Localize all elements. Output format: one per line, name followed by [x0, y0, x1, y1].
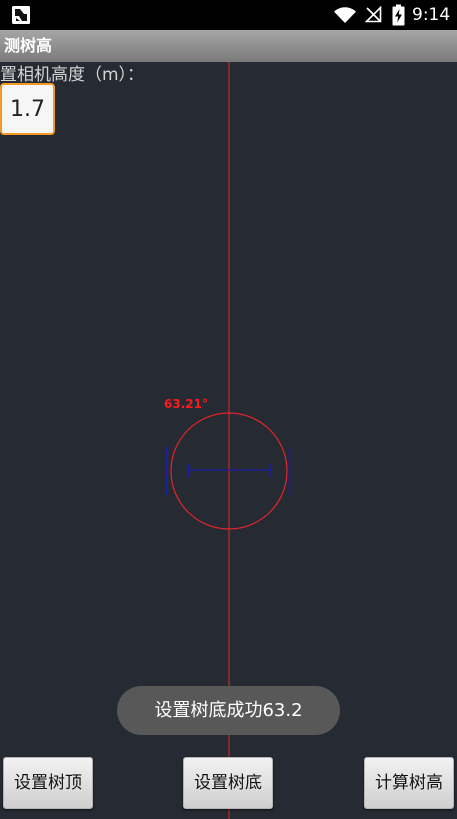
angle-readout: 63.21° [164, 397, 208, 411]
no-signal-icon [365, 6, 382, 23]
toast-message: 设置树底成功63.2 [117, 686, 340, 735]
camera-height-input[interactable] [0, 83, 55, 135]
calculate-tree-height-button[interactable]: 计算树高 [364, 757, 454, 809]
status-bar: 9:14 [0, 0, 457, 30]
wifi-icon [334, 7, 356, 23]
app-bar: 测树高 [0, 30, 457, 62]
battery-charging-icon [392, 4, 405, 26]
app-notification-icon [12, 6, 30, 24]
set-tree-top-button[interactable]: 设置树顶 [3, 757, 93, 809]
status-time: 9:14 [412, 5, 451, 25]
set-tree-bottom-button[interactable]: 设置树底 [183, 757, 273, 809]
page-title: 测树高 [4, 36, 53, 55]
